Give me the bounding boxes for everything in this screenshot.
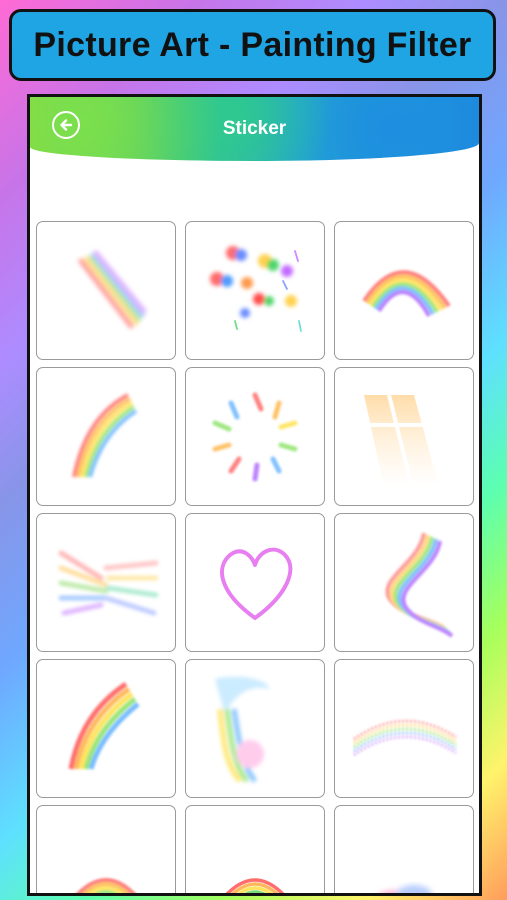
sticker-rainbow-arc[interactable] bbox=[334, 221, 474, 360]
sticker-heart[interactable] bbox=[185, 513, 325, 652]
sticker-rainbow-rays[interactable] bbox=[36, 513, 176, 652]
app-banner: Picture Art - Painting Filter bbox=[9, 9, 496, 81]
phone-screen: Sticker bbox=[27, 94, 482, 896]
page-title: Sticker bbox=[222, 118, 287, 139]
sticker-glitter-arc[interactable] bbox=[185, 805, 325, 893]
sticker-rainbow-small-arc[interactable] bbox=[36, 805, 176, 893]
sticker-rainbow-streak[interactable] bbox=[36, 221, 176, 360]
sticker-rainbow-bend[interactable] bbox=[36, 659, 176, 798]
banner-title: Picture Art - Painting Filter bbox=[33, 25, 472, 64]
sticker-rainbow-wave[interactable] bbox=[334, 513, 474, 652]
sticker-rainbow-dots[interactable] bbox=[185, 221, 325, 360]
sticker-rainbow-glow[interactable] bbox=[334, 805, 474, 893]
sticker-sparkle-arc[interactable] bbox=[334, 659, 474, 798]
sticker-rainbow-swirl[interactable] bbox=[185, 367, 325, 506]
sticker-grid bbox=[36, 221, 476, 893]
sticker-rainbow-splash[interactable] bbox=[185, 659, 325, 798]
app-bar: Sticker bbox=[30, 97, 479, 161]
sticker-window-light[interactable] bbox=[334, 367, 474, 506]
sticker-rainbow-curve[interactable] bbox=[36, 367, 176, 506]
